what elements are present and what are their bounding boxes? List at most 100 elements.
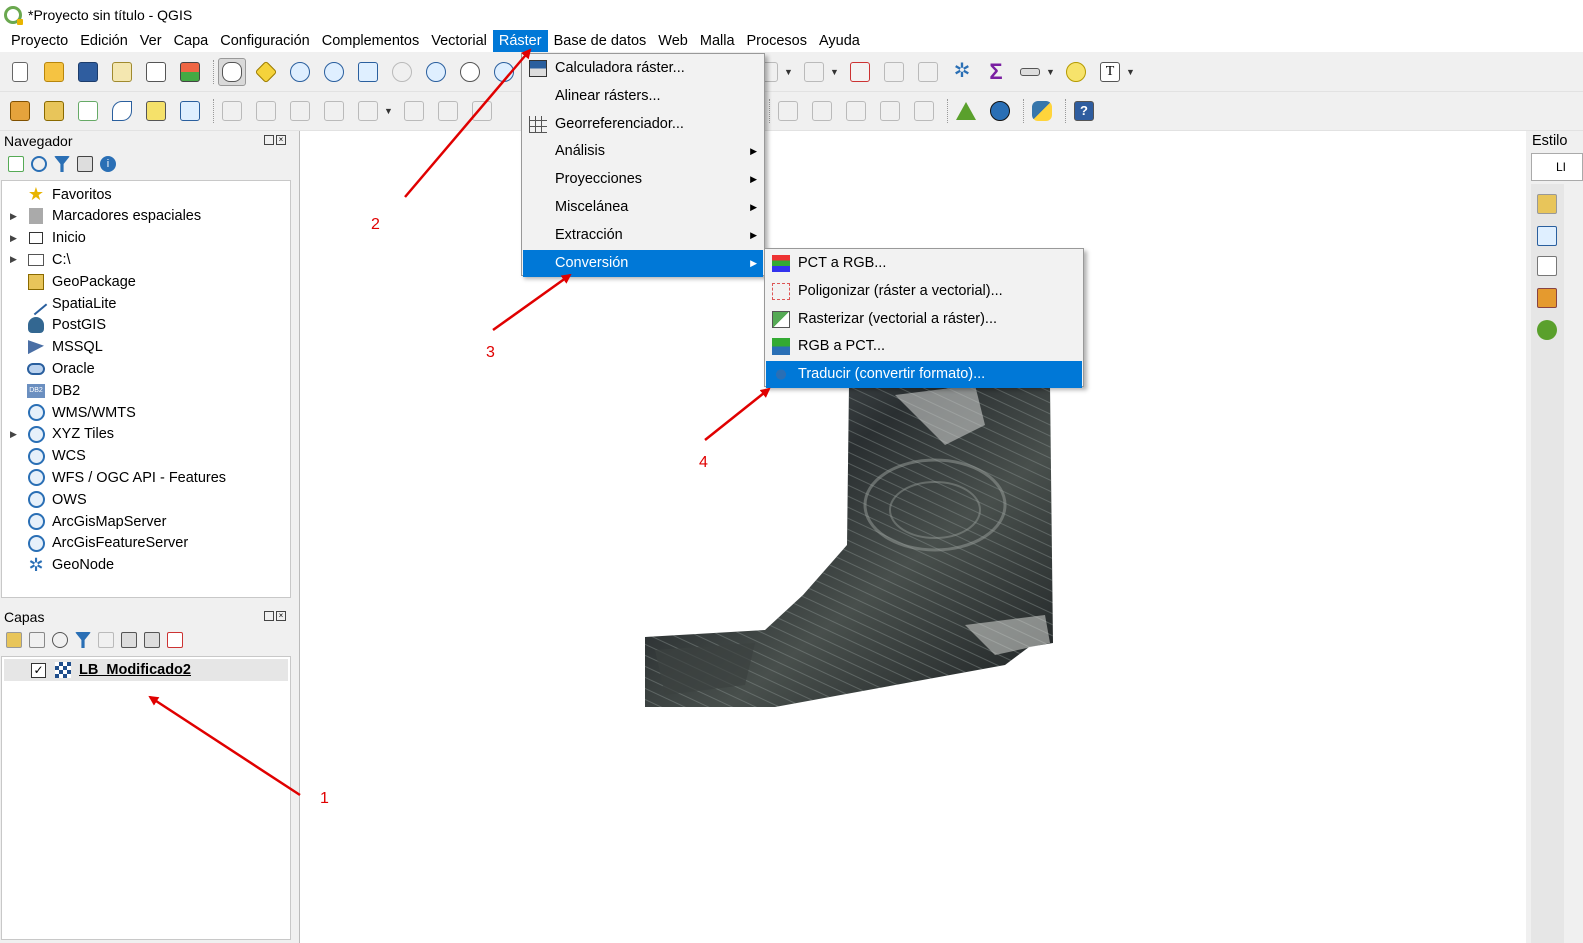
zoom-to-selection-icon[interactable]	[388, 58, 416, 86]
chevron-down-icon[interactable]: ▼	[830, 67, 840, 77]
data-source-manager-icon[interactable]	[6, 97, 34, 125]
menu-configuracion[interactable]: Configuración	[214, 30, 315, 52]
float-panel-icon[interactable]	[264, 135, 274, 145]
move-label-icon[interactable]	[842, 97, 870, 125]
deselect-all-icon[interactable]	[846, 58, 874, 86]
navigator-item-arcgisfeatureserver[interactable]: ArcGisFeatureServer	[2, 533, 290, 554]
georeferencer-triangle-icon[interactable]	[952, 97, 980, 125]
statistical-summary-icon[interactable]: Σ	[982, 58, 1010, 86]
field-calculator-icon[interactable]	[914, 58, 942, 86]
menu-web[interactable]: Web	[652, 30, 694, 52]
pin-labels-icon[interactable]	[774, 97, 802, 125]
pan-map-icon[interactable]	[218, 58, 246, 86]
change-label-icon[interactable]	[910, 97, 938, 125]
zoom-in-icon[interactable]	[286, 58, 314, 86]
menu-ayuda[interactable]: Ayuda	[813, 30, 866, 52]
styling-layer-selector[interactable]: LI	[1531, 153, 1583, 181]
cut-features-icon[interactable]	[468, 97, 496, 125]
raster-menu-item-conversion[interactable]: Conversión ▶	[523, 249, 763, 277]
conversion-menu-item-poligonizar-raster-a-vectorial[interactable]: Poligonizar (ráster a vectorial)...	[766, 278, 1082, 305]
conversion-menu-item-rgb-a-pct[interactable]: RGB a PCT...	[766, 333, 1082, 360]
show-hide-labels-icon[interactable]	[808, 97, 836, 125]
delete-selected-icon[interactable]	[434, 97, 462, 125]
raster-menu-item-calculadora-raster[interactable]: Calculadora ráster...	[523, 55, 763, 82]
histogram-tab-icon[interactable]	[1537, 256, 1557, 276]
layer-visibility-checkbox[interactable]: ✓	[31, 662, 46, 678]
symbology-tab-icon[interactable]	[1537, 194, 1557, 214]
remove-layer-icon[interactable]	[167, 632, 183, 648]
new-spatialite-layer-icon[interactable]	[108, 97, 136, 125]
zoom-native-icon[interactable]	[456, 58, 484, 86]
raster-menu-item-alinear-rasters[interactable]: Alinear rásters...	[523, 83, 763, 110]
attribute-table-icon[interactable]	[880, 58, 908, 86]
transparency-tab-icon[interactable]	[1537, 226, 1557, 246]
navigator-item-favoritos[interactable]: ★ Favoritos	[2, 184, 290, 205]
layer-row-lb-modificado2[interactable]: ✓ LB_Modificado2	[4, 659, 288, 681]
menu-base-de-datos[interactable]: Base de datos	[548, 30, 653, 52]
navigator-item-wms-wmts[interactable]: WMS/WMTS	[2, 402, 290, 423]
zoom-last-icon[interactable]	[490, 58, 518, 86]
open-project-icon[interactable]	[40, 58, 68, 86]
menu-capa[interactable]: Capa	[168, 30, 215, 52]
conversion-menu-item-rasterizar-vectorial-a-raster[interactable]: Rasterizar (vectorial a ráster)...	[766, 306, 1082, 333]
navigator-item-mssql[interactable]: MSSQL	[2, 337, 290, 358]
navigator-item-inicio[interactable]: ▶ Inicio	[2, 228, 290, 249]
layer-styling-icon[interactable]	[6, 632, 22, 648]
new-print-layout-icon[interactable]	[108, 58, 136, 86]
new-virtual-layer-icon[interactable]	[176, 97, 204, 125]
navigator-item-c[interactable]: ▶ C:\	[2, 249, 290, 270]
refresh-icon[interactable]	[31, 156, 47, 172]
chevron-down-icon[interactable]: ▼	[384, 106, 394, 116]
new-temporary-layer-icon[interactable]	[142, 97, 170, 125]
menu-procesos[interactable]: Procesos	[741, 30, 813, 52]
menu-ver[interactable]: Ver	[134, 30, 168, 52]
edit-pencil-icon[interactable]	[218, 97, 246, 125]
raster-menu-item-georreferenciador[interactable]: Georreferenciador...	[523, 111, 763, 138]
filter-legend-icon[interactable]	[75, 632, 91, 648]
menu-malla[interactable]: Malla	[694, 30, 741, 52]
rendering-tab-icon[interactable]	[1537, 288, 1557, 308]
raster-menu-item-miscelanea[interactable]: Miscelánea ▶	[523, 194, 763, 221]
info-icon[interactable]: i	[100, 156, 116, 172]
map-tips-icon[interactable]	[1062, 58, 1090, 86]
filter-by-expression-icon[interactable]	[98, 632, 114, 648]
toggle-editing-icon[interactable]	[252, 97, 280, 125]
new-geopackage-layer-icon[interactable]	[40, 97, 68, 125]
menu-proyecto[interactable]: Proyecto	[5, 30, 74, 52]
conversion-menu-item-traducir-convertir-formato[interactable]: Traducir (convertir formato)...	[766, 361, 1082, 389]
vertex-tool-icon[interactable]	[354, 97, 382, 125]
navigator-item-ows[interactable]: OWS	[2, 489, 290, 510]
manage-map-themes-icon[interactable]	[52, 632, 68, 648]
navigator-item-wfs-ogc-api-features[interactable]: WFS / OGC API - Features	[2, 467, 290, 488]
expand-arrow-icon[interactable]: ▶	[10, 429, 20, 440]
menu-edicion[interactable]: Edición	[74, 30, 134, 52]
menu-vectorial[interactable]: Vectorial	[425, 30, 493, 52]
zoom-to-layer-icon[interactable]	[422, 58, 450, 86]
navigator-item-geonode[interactable]: ✲ GeoNode	[2, 555, 290, 576]
history-tab-icon[interactable]	[1537, 320, 1557, 340]
navigator-item-geopackage[interactable]: GeoPackage	[2, 271, 290, 292]
style-manager-icon[interactable]	[176, 58, 204, 86]
navigator-item-xyz-tiles[interactable]: ▶ XYZ Tiles	[2, 424, 290, 445]
navigator-item-spatialite[interactable]: SpatiaLite	[2, 292, 290, 315]
chevron-down-icon[interactable]: ▼	[1046, 67, 1056, 77]
filter-icon[interactable]	[54, 156, 70, 172]
zoom-out-icon[interactable]	[320, 58, 348, 86]
menu-raster[interactable]: Ráster	[492, 30, 548, 52]
save-edits-icon[interactable]	[286, 97, 314, 125]
close-panel-icon[interactable]: ×	[276, 135, 286, 145]
expand-arrow-icon[interactable]: ▶	[10, 211, 20, 222]
expand-arrow-icon[interactable]: ▶	[10, 233, 20, 244]
select-by-value-icon[interactable]	[800, 58, 828, 86]
navigator-item-wcs[interactable]: WCS	[2, 446, 290, 467]
rotate-label-icon[interactable]	[876, 97, 904, 125]
python-console-icon[interactable]	[1028, 97, 1056, 125]
navigator-item-oracle[interactable]: Oracle	[2, 358, 290, 379]
layout-manager-icon[interactable]	[142, 58, 170, 86]
osm-globe-icon[interactable]	[986, 97, 1014, 125]
modify-attributes-icon[interactable]	[400, 97, 428, 125]
expand-arrow-icon[interactable]: ▶	[10, 254, 20, 265]
collapse-all-icon[interactable]	[144, 632, 160, 648]
save-project-icon[interactable]	[74, 58, 102, 86]
new-project-icon[interactable]	[6, 58, 34, 86]
